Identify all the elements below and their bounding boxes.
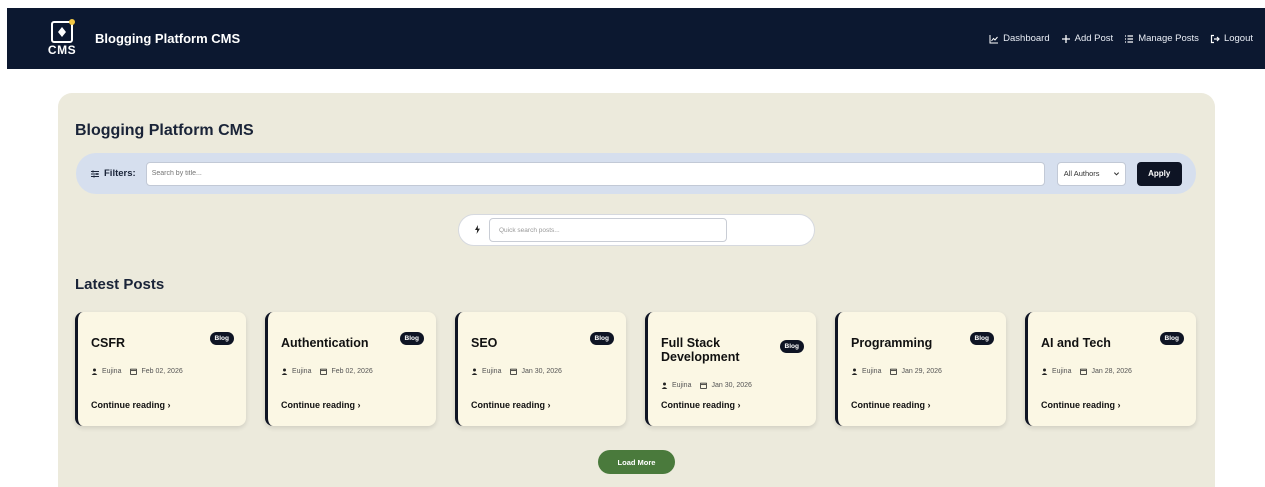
post-meta: Eujina Jan 28, 2026 <box>1041 368 1132 375</box>
load-more-button[interactable]: Load More <box>598 450 675 474</box>
list-icon <box>1125 34 1134 43</box>
apply-button[interactable]: Apply <box>1136 161 1182 186</box>
nav-link-manage-posts[interactable]: Manage Posts <box>1124 33 1199 44</box>
nav-link-add-post[interactable]: Add Post <box>1061 33 1114 44</box>
author-select[interactable]: All Authors <box>1056 161 1126 186</box>
post-author: Eujina <box>1052 368 1072 375</box>
post-meta: Eujina Jan 30, 2026 <box>661 382 752 389</box>
post-card[interactable]: Full Stack Development Blog Eujina Jan 3… <box>645 312 816 426</box>
post-author: Eujina <box>292 368 312 375</box>
user-icon <box>281 368 288 375</box>
post-title: Programming <box>851 336 933 350</box>
nav-link-label: Add Post <box>1074 33 1114 44</box>
nav-link-dashboard[interactable]: Dashboard <box>989 33 1050 44</box>
post-badge: Blog <box>969 332 994 345</box>
post-badge: Blog <box>779 340 804 353</box>
logo-icon <box>51 19 75 43</box>
post-date: Jan 28, 2026 <box>1091 368 1132 375</box>
post-card[interactable]: AI and Tech Blog Eujina Jan 28, 2026 Con… <box>1025 312 1196 426</box>
post-badge: Blog <box>1159 332 1184 345</box>
bolt-icon <box>474 224 481 236</box>
post-author: Eujina <box>102 368 122 375</box>
post-author: Eujina <box>672 382 692 389</box>
nav-link-label: Logout <box>1223 33 1253 44</box>
filters-label: Filters: <box>90 168 136 179</box>
top-navbar: CMS Blogging Platform CMS Dashboard Add … <box>7 8 1265 69</box>
continue-reading-link[interactable]: Continue reading › <box>1041 400 1121 410</box>
filters-bar: Filters: All Authors Apply <box>76 153 1196 194</box>
chart-line-icon <box>989 34 999 43</box>
author-select-value: All Authors <box>1063 169 1100 178</box>
user-icon <box>1041 368 1048 375</box>
post-badge: Blog <box>399 332 424 345</box>
continue-reading-link[interactable]: Continue reading › <box>281 400 361 410</box>
continue-reading-link[interactable]: Continue reading › <box>661 400 741 410</box>
post-meta: Eujina Jan 30, 2026 <box>471 368 562 375</box>
post-title: SEO <box>471 336 498 350</box>
nav-links: Dashboard Add Post Manage Posts Logout <box>989 33 1253 44</box>
quick-search-bar: Quick search posts... <box>458 214 815 246</box>
brand-title: Blogging Platform CMS <box>95 31 241 46</box>
user-icon <box>471 368 478 375</box>
post-meta: Eujina Jan 29, 2026 <box>851 368 942 375</box>
post-badge: Blog <box>209 332 234 345</box>
user-icon <box>851 368 858 375</box>
post-author: Eujina <box>862 368 882 375</box>
nav-link-label: Dashboard <box>1003 33 1050 44</box>
calendar-icon <box>890 368 898 375</box>
sliders-icon <box>91 170 99 177</box>
quick-search-input[interactable]: Quick search posts... <box>489 218 727 242</box>
logo-text: CMS <box>47 43 77 57</box>
continue-reading-link[interactable]: Continue reading › <box>471 400 551 410</box>
post-date: Feb 02, 2026 <box>141 368 183 375</box>
latest-posts-title: Latest Posts <box>75 276 165 293</box>
logout-icon <box>1210 34 1220 43</box>
main-panel: Blogging Platform CMS Filters: All Autho… <box>58 93 1215 487</box>
nav-link-logout[interactable]: Logout <box>1210 33 1253 44</box>
post-date: Jan 30, 2026 <box>521 368 562 375</box>
cms-logo: CMS <box>47 17 77 61</box>
plus-icon <box>1061 34 1070 43</box>
nav-link-label: Manage Posts <box>1138 33 1199 44</box>
continue-reading-link[interactable]: Continue reading › <box>91 400 171 410</box>
post-date: Jan 30, 2026 <box>711 382 752 389</box>
search-title-input[interactable] <box>145 161 1045 186</box>
post-card[interactable]: Authentication Blog Eujina Feb 02, 2026 … <box>265 312 436 426</box>
user-icon <box>661 382 668 389</box>
post-title: Full Stack Development <box>661 336 740 364</box>
post-title: Authentication <box>281 336 369 350</box>
brand[interactable]: CMS Blogging Platform CMS <box>47 17 240 61</box>
post-title: CSFR <box>91 336 126 350</box>
post-meta: Eujina Feb 02, 2026 <box>281 368 373 375</box>
chevron-down-icon <box>1113 172 1119 176</box>
calendar-icon <box>1080 368 1088 375</box>
post-author: Eujina <box>482 368 502 375</box>
calendar-icon <box>130 368 138 375</box>
page-title: Blogging Platform CMS <box>75 122 254 139</box>
post-card[interactable]: CSFR Blog Eujina Feb 02, 2026 Continue r… <box>75 312 246 426</box>
post-badge: Blog <box>589 332 614 345</box>
post-card[interactable]: SEO Blog Eujina Jan 30, 2026 Continue re… <box>455 312 626 426</box>
post-title: AI and Tech <box>1041 336 1111 350</box>
post-card[interactable]: Programming Blog Eujina Jan 29, 2026 Con… <box>835 312 1006 426</box>
post-date: Feb 02, 2026 <box>331 368 373 375</box>
calendar-icon <box>700 382 708 389</box>
calendar-icon <box>320 368 328 375</box>
filters-label-text: Filters: <box>104 168 136 179</box>
continue-reading-link[interactable]: Continue reading › <box>851 400 931 410</box>
user-icon <box>91 368 98 375</box>
post-date: Jan 29, 2026 <box>901 368 942 375</box>
post-meta: Eujina Feb 02, 2026 <box>91 368 183 375</box>
calendar-icon <box>510 368 518 375</box>
